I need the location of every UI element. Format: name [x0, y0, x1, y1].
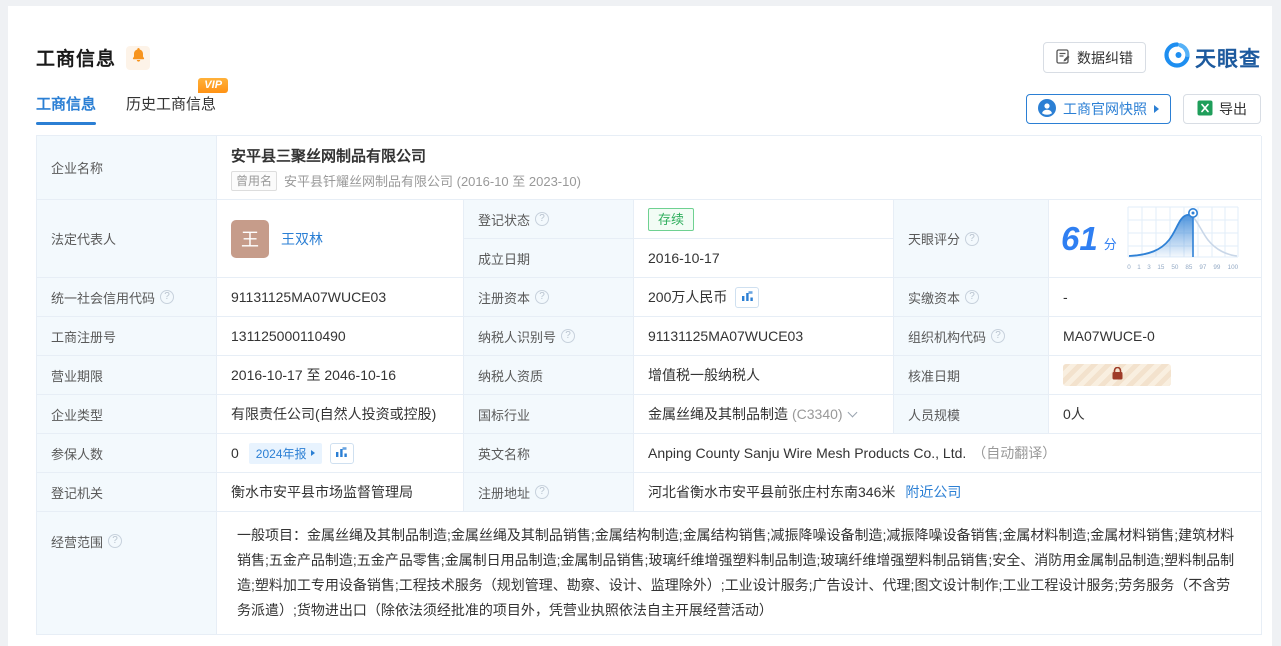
score-distribution-chart: 01 3 15 50 85 97 99 100: [1127, 206, 1239, 271]
status-badge: 存续: [648, 207, 695, 231]
value-staff-size: 0人: [1049, 395, 1262, 434]
nearby-companies-link[interactable]: 附近公司: [905, 482, 961, 502]
label-company-name: 企业名称: [37, 136, 217, 200]
value-tianyan-score[interactable]: 61 分 0 1 3 15 50 85 97 99 100: [1049, 200, 1262, 278]
label-tianyan-score: 天眼评分 ?: [894, 200, 1049, 278]
value-taxpayer-quality: 增值税一般纳税人: [634, 356, 894, 395]
value-industry: 金属丝绳及其制品制造 (C3340): [634, 395, 894, 434]
value-reg-status: 存续: [634, 200, 894, 239]
tianyancha-logo-icon: [1164, 42, 1190, 73]
value-org-code: MA07WUCE-0: [1049, 317, 1262, 356]
value-business-scope: 一般项目：金属丝绳及其制品制造;金属丝绳及其制品销售;金属结构制造;金属结构销售…: [217, 512, 1262, 635]
label-insured-count: 参保人数: [37, 434, 217, 473]
official-snapshot-button[interactable]: 工商官网快照: [1026, 94, 1171, 124]
trend-chart-icon: [335, 445, 348, 461]
logo-text: 天眼查: [1195, 47, 1261, 71]
label-reg-authority: 登记机关: [37, 473, 217, 512]
value-reg-authority: 衡水市安平县市场监督管理局: [217, 473, 464, 512]
label-company-type: 企业类型: [37, 395, 217, 434]
label-business-term: 营业期限: [37, 356, 217, 395]
insured-trend-button[interactable]: [329, 442, 354, 464]
value-company-name: 安平县三聚丝网制品有限公司 曾用名 安平县钎耀丝网制品有限公司 (2016-10…: [217, 136, 1262, 200]
company-name: 安平县三聚丝网制品有限公司: [231, 147, 427, 165]
score-unit: 分: [1103, 237, 1117, 252]
label-approval-date: 核准日期: [894, 356, 1049, 395]
tianyancha-logo[interactable]: 天眼查: [1164, 42, 1261, 73]
help-icon[interactable]: ?: [535, 290, 550, 304]
former-name-tag: 曾用名: [231, 170, 278, 191]
label-establish-date: 成立日期: [464, 239, 634, 278]
label-reg-number: 工商注册号: [37, 317, 217, 356]
label-reg-status: 登记状态 ?: [464, 200, 634, 239]
label-legal-rep: 法定代表人: [37, 200, 217, 278]
value-reg-capital: 200万人民币: [634, 278, 894, 317]
person-circle-icon: [1038, 98, 1056, 120]
value-taxpayer-id: 91131125MA07WUCE03: [634, 317, 894, 356]
label-reg-address: 注册地址 ?: [464, 473, 634, 512]
legal-rep-avatar[interactable]: 王: [231, 219, 269, 258]
correction-doc-icon: [1056, 48, 1071, 67]
value-english-name: Anping County Sanju Wire Mesh Products C…: [634, 434, 1262, 473]
active-tab-underline: [36, 122, 97, 125]
data-correction-button[interactable]: 数据纠错: [1043, 42, 1146, 73]
lock-icon: [1112, 366, 1123, 383]
value-credit-code: 91131125MA07WUCE03: [217, 278, 464, 317]
help-icon[interactable]: ?: [535, 485, 550, 499]
value-company-type: 有限责任公司(自然人投资或控股): [217, 395, 464, 434]
help-icon[interactable]: ?: [965, 231, 980, 246]
label-industry: 国标行业: [464, 395, 634, 434]
label-reg-capital: 注册资本 ?: [464, 278, 634, 317]
header: 工商信息 数据纠错 天眼查: [36, 42, 1261, 73]
label-org-code: 组织机构代码 ?: [894, 317, 1049, 356]
excel-icon: [1197, 100, 1213, 119]
locked-value-button[interactable]: [1063, 364, 1171, 386]
value-insured-count: 0 2024年报: [217, 434, 464, 473]
score-number: 61: [1061, 219, 1098, 257]
capital-trend-button[interactable]: [735, 286, 760, 308]
help-icon[interactable]: ?: [991, 329, 1006, 343]
tab-history-business-info[interactable]: 历史工商信息 VIP: [126, 78, 229, 125]
monitor-bell-button[interactable]: [126, 45, 151, 70]
help-icon[interactable]: ?: [160, 290, 175, 304]
score-axis-ticks: 01 3 15 50 85 97 99 100: [1126, 264, 1239, 271]
label-taxpayer-quality: 纳税人资质: [464, 356, 634, 395]
help-icon[interactable]: ?: [108, 534, 123, 548]
help-icon[interactable]: ?: [535, 212, 550, 226]
value-business-term: 2016-10-17 至 2046-10-16: [217, 356, 464, 395]
help-icon[interactable]: ?: [965, 290, 980, 304]
arrow-right-icon: [1154, 105, 1159, 113]
help-icon[interactable]: ?: [561, 329, 576, 343]
label-staff-size: 人员规模: [894, 395, 1049, 434]
industry-code: (C3340): [792, 406, 843, 422]
value-approval-date: [1049, 356, 1262, 395]
label-paid-capital: 实缴资本 ?: [894, 278, 1049, 317]
label-taxpayer-id: 纳税人识别号 ?: [464, 317, 634, 356]
business-info-card: 工商信息 数据纠错 天眼查 工商信息 历史工商信息 VIP 工商官网快照 导出 …: [8, 6, 1272, 646]
label-business-scope: 经营范围 ?: [37, 512, 217, 635]
value-establish-date: 2016-10-17: [634, 239, 894, 278]
vip-badge: VIP: [198, 78, 229, 93]
chevron-down-icon[interactable]: [847, 407, 858, 418]
business-info-table: 企业名称 安平县三聚丝网制品有限公司 曾用名 安平县钎耀丝网制品有限公司 (20…: [36, 135, 1262, 635]
tabs-row: 工商信息 历史工商信息 VIP 工商官网快照 导出: [36, 78, 1261, 125]
value-paid-capital: -: [1049, 278, 1262, 317]
trend-chart-icon: [741, 289, 754, 305]
bell-icon: [132, 48, 145, 67]
legal-rep-link[interactable]: 王双林: [281, 229, 323, 249]
label-credit-code: 统一社会信用代码 ?: [37, 278, 217, 317]
arrow-right-icon: [310, 450, 315, 456]
page-title: 工商信息: [36, 49, 117, 70]
export-button[interactable]: 导出: [1183, 94, 1261, 124]
annual-report-badge[interactable]: 2024年报: [248, 442, 322, 464]
value-reg-number: 131125000110490: [217, 317, 464, 356]
value-legal-rep: 王 王双林: [217, 200, 464, 278]
former-name: 安平县钎耀丝网制品有限公司 (2016-10 至 2023-10): [284, 174, 581, 189]
auto-translate-note: （自动翻译）: [972, 445, 1057, 461]
tab-business-info[interactable]: 工商信息: [36, 93, 97, 125]
value-reg-address: 河北省衡水市安平县前张庄村东南346米 附近公司: [634, 473, 1262, 512]
label-english-name: 英文名称: [464, 434, 634, 473]
